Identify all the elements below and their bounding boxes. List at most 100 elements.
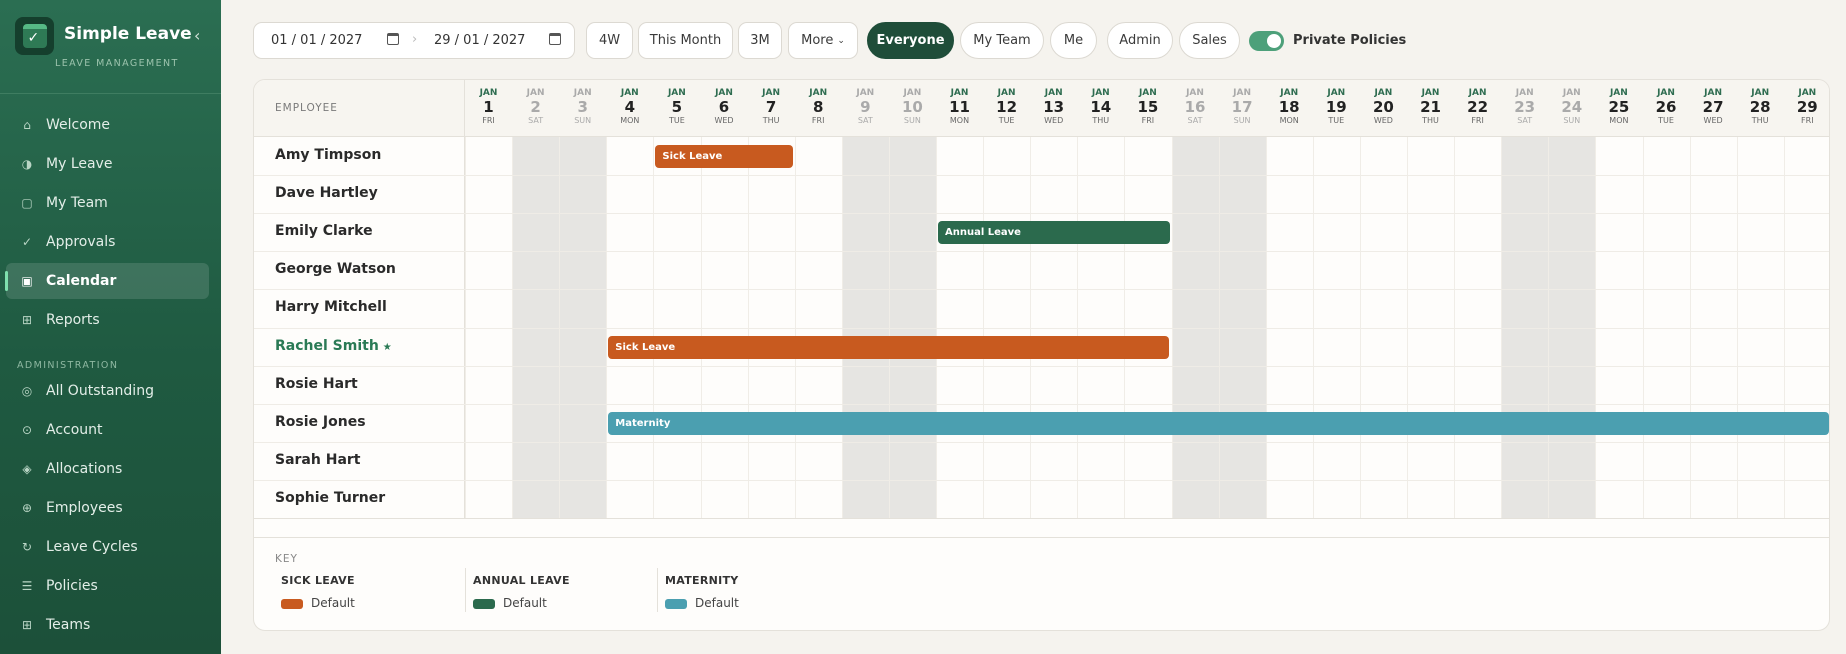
- leave-bar-label: Annual Leave: [945, 227, 1021, 239]
- day-weekday: TUE: [1658, 116, 1674, 125]
- sidebar-item-welcome[interactable]: ⌂ Welcome: [6, 107, 209, 143]
- app-logo-icon: [15, 17, 54, 55]
- range-button-this-month[interactable]: This Month: [638, 22, 733, 59]
- sidebar-item-allocations[interactable]: ◈ Allocations: [6, 451, 209, 487]
- employee-name[interactable]: Amy Timpson: [275, 147, 381, 163]
- day-number: 7: [765, 98, 777, 116]
- day-number: 21: [1420, 98, 1441, 116]
- day-weekday: SUN: [903, 116, 921, 125]
- leave-bar-annual[interactable]: Annual Leave: [938, 221, 1170, 245]
- filter-label: Sales: [1192, 33, 1227, 48]
- sidebar-item-employees[interactable]: ⊕ Employees: [6, 490, 209, 526]
- filter-admin[interactable]: Admin: [1107, 22, 1173, 59]
- key-separator: [465, 568, 466, 612]
- employee-name[interactable]: Rachel Smith ★: [275, 338, 392, 354]
- calendar-icon: ▣: [21, 274, 33, 288]
- day-number: 17: [1231, 98, 1253, 116]
- day-number: 11: [949, 98, 970, 116]
- filter-everyone[interactable]: Everyone: [867, 22, 954, 59]
- app-subtitle: LEAVE MANAGEMENT: [55, 58, 179, 69]
- sidebar-item-label: Policies: [46, 578, 98, 594]
- calendar-bottom-border: [254, 518, 1829, 519]
- day-header: JAN 13 WED: [1030, 89, 1077, 125]
- day-header: JAN 2 SAT: [512, 89, 559, 125]
- leave-bar-sick[interactable]: Sick Leave: [608, 335, 1170, 359]
- day-month: JAN: [1374, 88, 1393, 98]
- range-button-more[interactable]: More ⌄: [788, 22, 858, 59]
- sidebar-item-teams[interactable]: ⊞ Teams: [6, 607, 209, 643]
- sidebar-item-all-outstanding[interactable]: ◎ All Outstanding: [6, 373, 209, 409]
- grid-icon: ⊞: [21, 313, 33, 327]
- employee-name[interactable]: Emily Clarke: [275, 223, 373, 239]
- day-weekday: FRI: [1801, 116, 1814, 125]
- day-month: JAN: [1657, 88, 1675, 98]
- color-swatch: [473, 598, 495, 609]
- filter-sales[interactable]: Sales: [1179, 22, 1240, 59]
- day-month: JAN: [1468, 88, 1487, 98]
- day-header: JAN 23 SAT: [1501, 89, 1548, 125]
- sidebar-item-label: Welcome: [46, 117, 111, 133]
- sidebar-item-policies[interactable]: ☰ Policies: [6, 568, 209, 604]
- sidebar-item-leave-cycles[interactable]: ↻ Leave Cycles: [6, 529, 209, 565]
- sidebar-item-approvals[interactable]: ✓ Approvals: [6, 224, 209, 260]
- sidebar-item-label: Account: [46, 422, 103, 438]
- day-number: 22: [1467, 98, 1489, 116]
- diamond-icon: ◈: [22, 462, 32, 476]
- sidebar-item-label: Leave Cycles: [46, 539, 138, 555]
- day-month: JAN: [1421, 88, 1440, 98]
- employee-name[interactable]: Dave Hartley: [275, 185, 378, 201]
- key-group-name: MATERNITY: [665, 574, 739, 587]
- calendar-icon[interactable]: [387, 33, 399, 45]
- key-separator: [657, 568, 658, 612]
- sidebar-item-account[interactable]: ⊙ Account: [6, 412, 209, 448]
- leave-bar-sick[interactable]: Sick Leave: [655, 145, 793, 168]
- admin-section-heading: ADMINISTRATION: [17, 360, 119, 371]
- chevron-right-icon: ›: [412, 32, 418, 47]
- leave-bar-mat[interactable]: Maternity: [608, 411, 1829, 435]
- range-button-3m[interactable]: 3M: [738, 22, 782, 59]
- grid-icon: ⊞: [21, 618, 33, 632]
- date-to-input[interactable]: 29 / 01 / 2027: [434, 33, 525, 48]
- day-weekday: SUN: [574, 116, 592, 125]
- day-number: 23: [1514, 98, 1536, 116]
- plus-circle-icon: ⊕: [21, 501, 33, 515]
- day-month: JAN: [762, 88, 781, 98]
- employee-name[interactable]: Rosie Jones: [275, 414, 366, 430]
- day-number: 16: [1184, 98, 1206, 116]
- sidebar-item-reports[interactable]: ⊞ Reports: [6, 302, 209, 338]
- day-header: JAN 4 MON: [606, 89, 653, 125]
- employee-name[interactable]: Sophie Turner: [275, 490, 385, 506]
- employee-name[interactable]: Harry Mitchell: [275, 299, 387, 315]
- sidebar-item-my-team[interactable]: ▢ My Team: [6, 185, 209, 221]
- sidebar-item-label: My Team: [46, 195, 108, 211]
- employee-name[interactable]: Sarah Hart: [275, 452, 360, 468]
- range-button-4w[interactable]: 4W: [586, 22, 633, 59]
- private-policies-toggle[interactable]: [1249, 31, 1284, 51]
- employee-name[interactable]: George Watson: [275, 261, 396, 277]
- refresh-icon: ↻: [21, 540, 33, 554]
- day-number: 1: [483, 98, 494, 116]
- filter-my-team[interactable]: My Team: [960, 22, 1044, 59]
- collapse-sidebar-icon[interactable]: ‹: [194, 26, 200, 45]
- leave-bar-label: Sick Leave: [662, 151, 723, 162]
- day-month: JAN: [573, 88, 592, 98]
- sidebar-item-calendar[interactable]: ▣ Calendar: [5, 263, 209, 299]
- key-entry-label: Default: [503, 596, 547, 610]
- day-weekday: THU: [1422, 116, 1439, 125]
- calendar-icon[interactable]: [549, 33, 561, 45]
- circle-icon: ⊙: [21, 423, 33, 437]
- employee-name[interactable]: Rosie Hart: [275, 376, 358, 392]
- day-header: JAN 12 TUE: [983, 89, 1030, 125]
- sidebar-item-my-leave[interactable]: ◑ My Leave: [6, 146, 209, 182]
- day-weekday: THU: [1751, 116, 1769, 125]
- sidebar-divider: [0, 93, 221, 94]
- color-swatch: [281, 598, 303, 609]
- day-number: 25: [1608, 98, 1630, 116]
- day-number: 10: [901, 98, 923, 116]
- date-from-input[interactable]: 01 / 01 / 2027: [271, 33, 362, 48]
- day-weekday: MON: [1609, 116, 1629, 125]
- employee-name-text: Rosie Jones: [275, 413, 366, 430]
- filter-me[interactable]: Me: [1050, 22, 1097, 59]
- date-range-picker[interactable]: 01 / 01 / 2027 › 29 / 01 / 2027: [253, 22, 575, 59]
- row-divider: [254, 365, 1829, 367]
